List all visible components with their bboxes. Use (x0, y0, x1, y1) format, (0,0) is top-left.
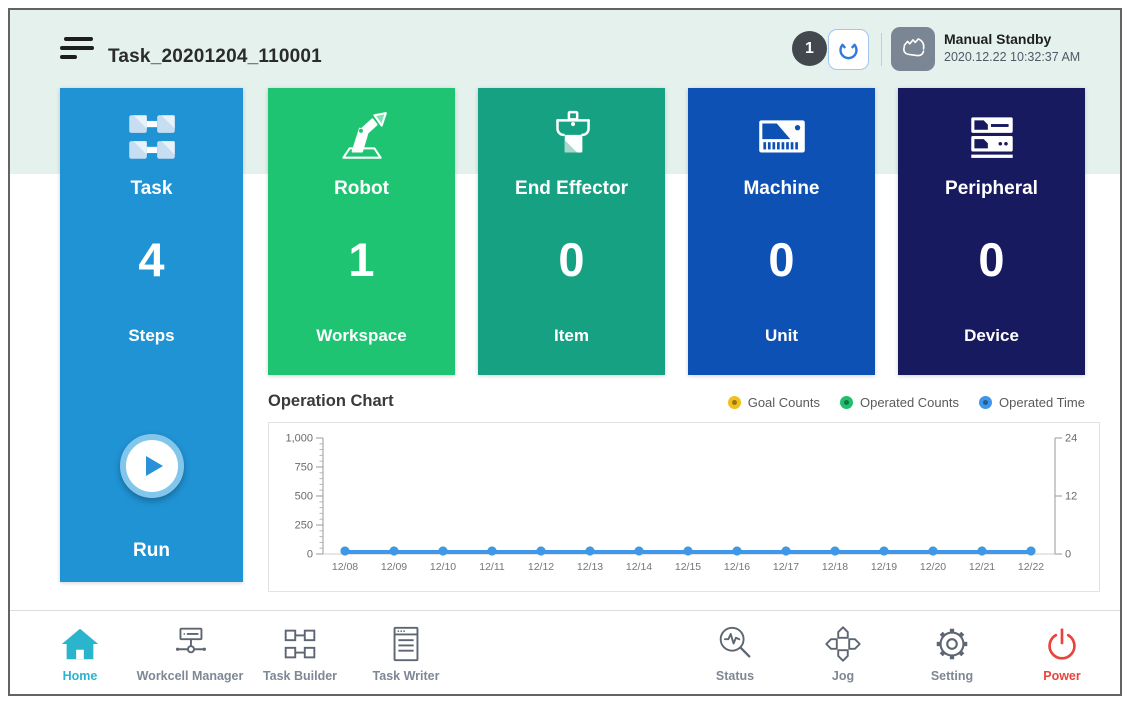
datetime-label: 2020.12.22 10:32:37 AM (944, 50, 1080, 64)
mode-status: Manual Standby 2020.12.22 10:32:37 AM (944, 31, 1080, 64)
svg-text:500: 500 (295, 491, 313, 503)
manual-mode-button[interactable] (891, 27, 935, 71)
machine-icon (688, 106, 875, 168)
card-unit: Device (898, 326, 1085, 346)
card-title: End Effector (478, 178, 665, 200)
svg-text:12/17: 12/17 (773, 561, 799, 573)
svg-text:12/13: 12/13 (577, 561, 603, 573)
svg-text:12/12: 12/12 (528, 561, 554, 573)
gripper-icon (835, 36, 862, 63)
card-title: Peripheral (898, 178, 1085, 200)
operation-chart: 1,000 750 500 250 0 12/08 12/09 12/10 12/11 12/12… (268, 422, 1100, 592)
peripheral-server-icon (898, 106, 1085, 168)
card-unit: Workspace (268, 326, 455, 346)
svg-text:1,000: 1,000 (285, 433, 313, 445)
svg-text:12/11: 12/11 (479, 561, 505, 573)
task-writer-icon (341, 619, 471, 665)
end-effector-tool-button[interactable] (828, 29, 869, 70)
svg-text:24: 24 (1065, 433, 1077, 445)
svg-text:250: 250 (295, 520, 313, 532)
mode-label: Manual Standby (944, 31, 1080, 47)
run-button[interactable] (120, 434, 184, 498)
legend-label: Operated Counts (860, 395, 959, 410)
notification-badge: 1 (792, 31, 827, 66)
svg-text:0: 0 (1065, 549, 1071, 561)
legend-goal-counts: Goal Counts (728, 395, 820, 410)
svg-text:12/21: 12/21 (969, 561, 995, 573)
card-machine[interactable]: Machine 0 Unit (688, 88, 875, 375)
bottom-nav: Home Workcell Manager (10, 610, 1120, 696)
card-robot[interactable]: Robot 1 Workspace (268, 88, 455, 375)
svg-text:12/08: 12/08 (332, 561, 358, 573)
page-title: Task_20201204_110001 (108, 46, 322, 68)
svg-text:12/14: 12/14 (626, 561, 652, 573)
card-unit: Unit (688, 326, 875, 346)
svg-text:12/20: 12/20 (920, 561, 946, 573)
svg-text:12/10: 12/10 (430, 561, 456, 573)
card-unit: Steps (60, 326, 243, 346)
card-peripheral[interactable]: Peripheral 0 Device (898, 88, 1085, 375)
card-title: Machine (688, 178, 875, 200)
power-icon (997, 619, 1122, 665)
operated-time-dot-icon (979, 396, 992, 409)
card-title: Robot (268, 178, 455, 200)
card-end-effector[interactable]: End Effector 0 Item (478, 88, 665, 375)
card-value: 4 (60, 236, 243, 283)
svg-text:12/19: 12/19 (871, 561, 897, 573)
svg-text:12/15: 12/15 (675, 561, 701, 573)
svg-text:12/16: 12/16 (724, 561, 750, 573)
app-window: Task_20201204_110001 1 Manual Standby 20… (8, 8, 1122, 696)
manual-hand-icon (897, 33, 929, 65)
top-bar: Task_20201204_110001 1 Manual Standby 20… (10, 10, 1120, 88)
menu-hamburger-icon[interactable] (60, 37, 96, 63)
svg-text:0: 0 (307, 549, 313, 561)
svg-text:12/22: 12/22 (1018, 561, 1044, 573)
nav-power[interactable]: Power (997, 619, 1122, 683)
card-value: 0 (688, 236, 875, 283)
card-value: 0 (478, 236, 665, 283)
header-divider (881, 33, 882, 66)
end-effector-gripper-icon (478, 106, 665, 168)
card-value: 0 (898, 236, 1085, 283)
card-title: Task (60, 178, 243, 200)
svg-text:12/18: 12/18 (822, 561, 848, 573)
task-blocks-icon (60, 106, 243, 168)
card-value: 1 (268, 236, 455, 283)
legend-operated-time: Operated Time (979, 395, 1085, 410)
goal-counts-dot-icon (728, 396, 741, 409)
operated-counts-dot-icon (840, 396, 853, 409)
play-icon (137, 451, 167, 481)
svg-text:12/09: 12/09 (381, 561, 407, 573)
card-task[interactable]: Task 4 Steps Run (60, 88, 243, 582)
operation-chart-plot: 1,000 750 500 250 0 12/08 12/09 12/10 12/11 12/12… (269, 423, 1101, 593)
legend-label: Goal Counts (748, 395, 820, 410)
run-label: Run (60, 540, 243, 562)
nav-task-writer[interactable]: Task Writer (341, 619, 471, 683)
svg-text:750: 750 (295, 462, 313, 474)
robot-arm-icon (268, 106, 455, 168)
chart-legend: Goal Counts Operated Counts Operated Tim… (268, 395, 1085, 410)
card-unit: Item (478, 326, 665, 346)
legend-label: Operated Time (999, 395, 1085, 410)
svg-text:12: 12 (1065, 491, 1077, 503)
legend-operated-counts: Operated Counts (840, 395, 959, 410)
